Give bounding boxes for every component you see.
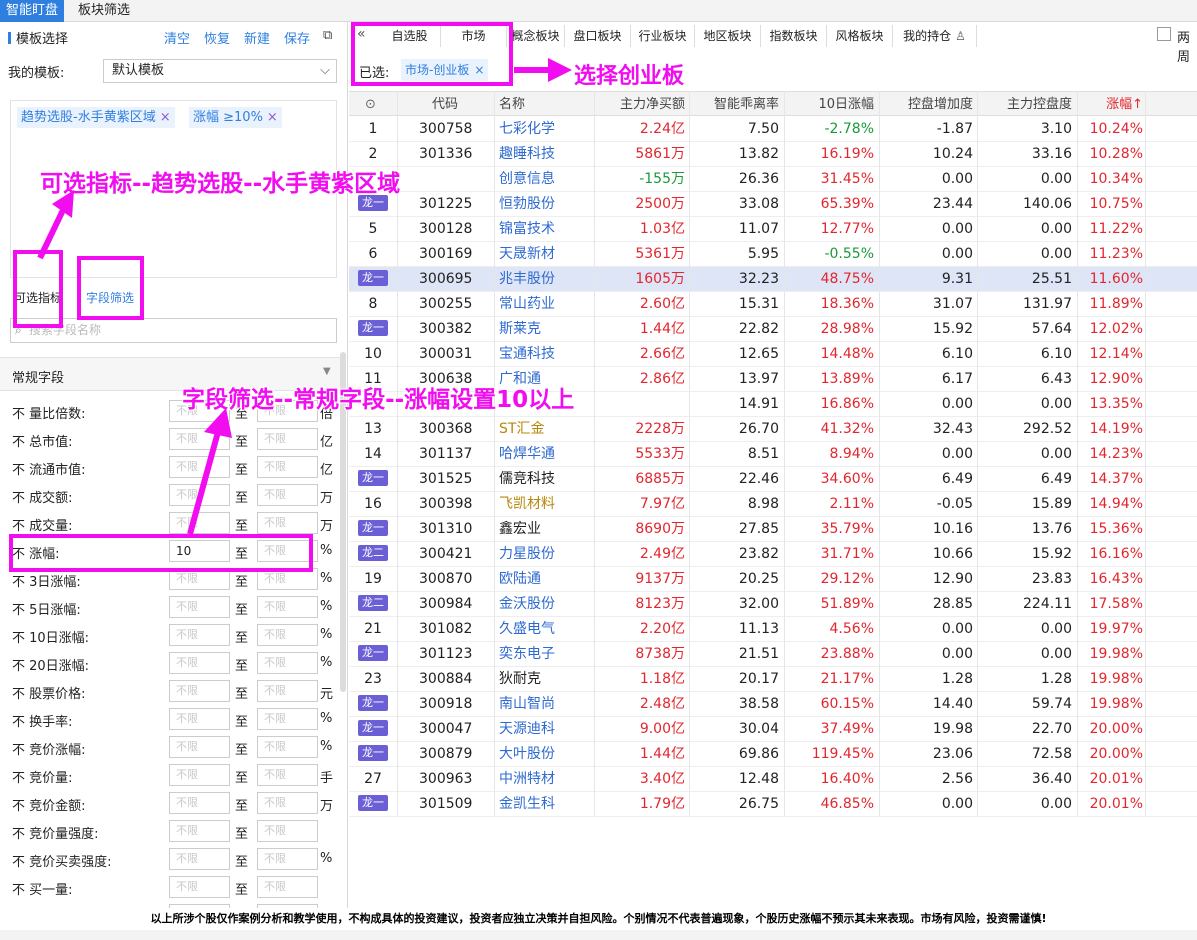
annotation-arrows <box>37 58 572 535</box>
